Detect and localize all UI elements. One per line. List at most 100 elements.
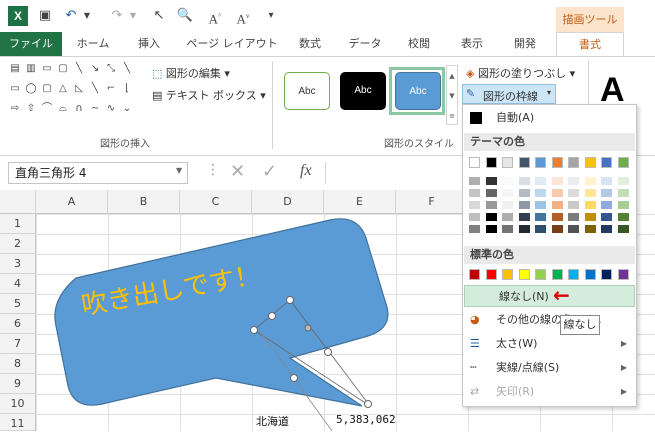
textbox-shape-icon[interactable]: ▤ — [8, 63, 22, 75]
arc-shape-icon[interactable]: ∩ — [72, 103, 86, 115]
row-header[interactable]: 6 — [0, 314, 36, 334]
theme-tint-swatch[interactable] — [617, 189, 629, 197]
theme-tint-swatch[interactable] — [584, 213, 596, 221]
menu-item-arrows[interactable]: ⇄ 矢印(R) ▶ — [464, 381, 635, 403]
theme-tint-swatch[interactable] — [601, 189, 612, 197]
resize-handle[interactable] — [324, 348, 332, 356]
rounded-rect-shape-icon[interactable]: ▢ — [40, 83, 54, 95]
standard-color-swatch[interactable] — [518, 269, 530, 280]
cancel-icon[interactable]: ✕ — [230, 161, 245, 182]
name-box-dropdown-icon[interactable]: ▼ — [176, 166, 182, 175]
theme-tint-swatch[interactable] — [518, 189, 530, 197]
row-header[interactable]: 9 — [0, 374, 36, 394]
customize-qat-icon[interactable]: ▾ — [262, 7, 280, 25]
theme-tint-swatch[interactable] — [502, 177, 513, 185]
theme-color-swatch[interactable] — [502, 157, 513, 168]
print-preview-icon[interactable]: 🔍 — [176, 7, 194, 25]
standard-color-swatch[interactable] — [601, 269, 612, 280]
theme-color-swatch[interactable] — [518, 157, 530, 168]
theme-color-swatch[interactable] — [485, 157, 497, 168]
standard-color-swatch[interactable] — [551, 269, 563, 280]
text-box-button[interactable]: ▤ テキスト ボックス ▾ — [152, 87, 266, 103]
undo-dropdown-icon[interactable]: ▼ — [78, 7, 96, 25]
theme-tint-swatch[interactable] — [502, 201, 513, 209]
theme-tint-swatch[interactable] — [584, 225, 596, 233]
theme-tint-swatch[interactable] — [617, 213, 629, 221]
formula-options-icon[interactable]: ⋮ — [206, 162, 220, 178]
right-arrow-shape-icon[interactable]: ⇨ — [8, 103, 22, 115]
theme-tint-swatch[interactable] — [535, 189, 546, 197]
rounded-callout-shape-icon[interactable]: ▢ — [56, 63, 70, 75]
rectangle-shape-icon[interactable]: ▭ — [8, 83, 22, 95]
tab-home[interactable]: ホーム — [68, 32, 118, 56]
column-header[interactable]: C — [180, 190, 252, 214]
resize-handle[interactable] — [250, 326, 258, 334]
theme-tint-swatch[interactable] — [502, 213, 513, 221]
edit-shape-button[interactable]: ⬚ 図形の編集 ▾ — [152, 65, 230, 81]
theme-tint-swatch[interactable] — [568, 177, 579, 185]
insert-function-button[interactable]: fx — [300, 162, 312, 180]
theme-tint-swatch[interactable] — [518, 201, 530, 209]
standard-color-swatch[interactable] — [485, 269, 497, 280]
decrease-font-icon[interactable]: Av — [234, 7, 252, 26]
resize-handle[interactable] — [286, 296, 294, 304]
theme-tint-swatch[interactable] — [535, 213, 546, 221]
theme-tint-swatch[interactable] — [601, 201, 612, 209]
menu-item-dashes[interactable]: ┅ 実線/点線(S) ▶ — [464, 357, 635, 379]
shape-style-dark[interactable]: Abc — [340, 72, 386, 110]
shape-style-outline[interactable]: Abc — [284, 72, 330, 110]
standard-color-row[interactable] — [469, 269, 634, 283]
resize-handle[interactable] — [364, 400, 372, 408]
brace-shape-icon[interactable]: ⌓ — [56, 103, 70, 115]
theme-color-swatch[interactable] — [469, 157, 480, 168]
column-header[interactable]: B — [108, 190, 180, 214]
theme-tint-swatch[interactable] — [518, 177, 530, 185]
menu-item-automatic[interactable]: 自動(A) — [464, 107, 635, 129]
shape-fill-button[interactable]: ◈ 図形の塗りつぶし ▾ — [466, 65, 575, 81]
menu-item-weight[interactable]: ☰ 太さ(W) ▶ — [464, 333, 635, 355]
theme-tint-swatch[interactable] — [617, 177, 629, 185]
tab-review[interactable]: 校閲 — [396, 32, 442, 56]
double-arrow-shape-icon[interactable]: ⤡ — [104, 63, 118, 75]
column-header[interactable]: F — [396, 190, 468, 214]
resize-handle[interactable] — [268, 312, 276, 320]
elbow-shape-icon[interactable]: ⌐ — [104, 83, 118, 95]
theme-tint-swatch[interactable] — [617, 225, 629, 233]
vertical-textbox-shape-icon[interactable]: ▥ — [24, 63, 38, 75]
curve-shape-icon[interactable]: ⌒ — [40, 103, 54, 115]
theme-tint-swatch[interactable] — [469, 177, 480, 185]
row-header[interactable]: 11 — [0, 414, 36, 431]
theme-tint-swatch[interactable] — [551, 213, 563, 221]
scribble-shape-icon[interactable]: ∿ — [104, 103, 118, 115]
shape-outline-button[interactable]: ✎ 図形の枠線 ▾ — [462, 84, 556, 104]
theme-color-swatch[interactable] — [551, 157, 563, 168]
standard-color-swatch[interactable] — [568, 269, 579, 280]
line-shape-icon[interactable]: ╲ — [72, 63, 86, 75]
right-triangle-shape-icon[interactable]: ◺ — [72, 83, 86, 95]
column-header[interactable]: D — [252, 190, 324, 214]
theme-tint-swatch[interactable] — [518, 213, 530, 221]
theme-tint-swatch[interactable] — [601, 225, 612, 233]
theme-tint-swatch[interactable] — [485, 225, 497, 233]
standard-color-swatch[interactable] — [469, 269, 480, 280]
shape-style-blue[interactable]: Abc — [395, 72, 441, 110]
tab-file[interactable]: ファイル — [0, 32, 62, 56]
theme-color-swatch[interactable] — [617, 157, 629, 168]
tab-format[interactable]: 書式 — [556, 32, 624, 57]
increase-font-icon[interactable]: A^ — [206, 7, 224, 26]
style-gallery-scroll[interactable]: ▲ ▼ ≡ — [446, 65, 458, 125]
select-cursor-icon[interactable]: ↖ — [150, 7, 168, 25]
name-box[interactable]: 直角三角形 4 — [8, 162, 188, 184]
shapes-gallery[interactable]: ▤ ▥ ▭ ▢ ╲ ↘ ⤡ ╲ ▭ ◯ ▢ △ ◺ ╲ ⌐ ⌊ ⇨ ⇧ ⌒ ⌓ … — [8, 63, 144, 125]
standard-color-swatch[interactable] — [584, 269, 596, 280]
theme-tint-swatch[interactable] — [568, 225, 579, 233]
freeform-shape-icon[interactable]: ∼ — [88, 103, 102, 115]
callout-shape-icon[interactable]: ▭ — [40, 63, 54, 75]
tab-page-layout[interactable]: ページ レイアウト — [182, 32, 282, 56]
row-header[interactable]: 10 — [0, 394, 36, 414]
theme-color-swatch[interactable] — [601, 157, 612, 168]
theme-tint-swatch[interactable] — [502, 189, 513, 197]
column-header[interactable]: A — [36, 190, 108, 214]
theme-tint-swatch[interactable] — [535, 201, 546, 209]
more-shapes-icon[interactable]: ⌄ — [120, 103, 134, 115]
